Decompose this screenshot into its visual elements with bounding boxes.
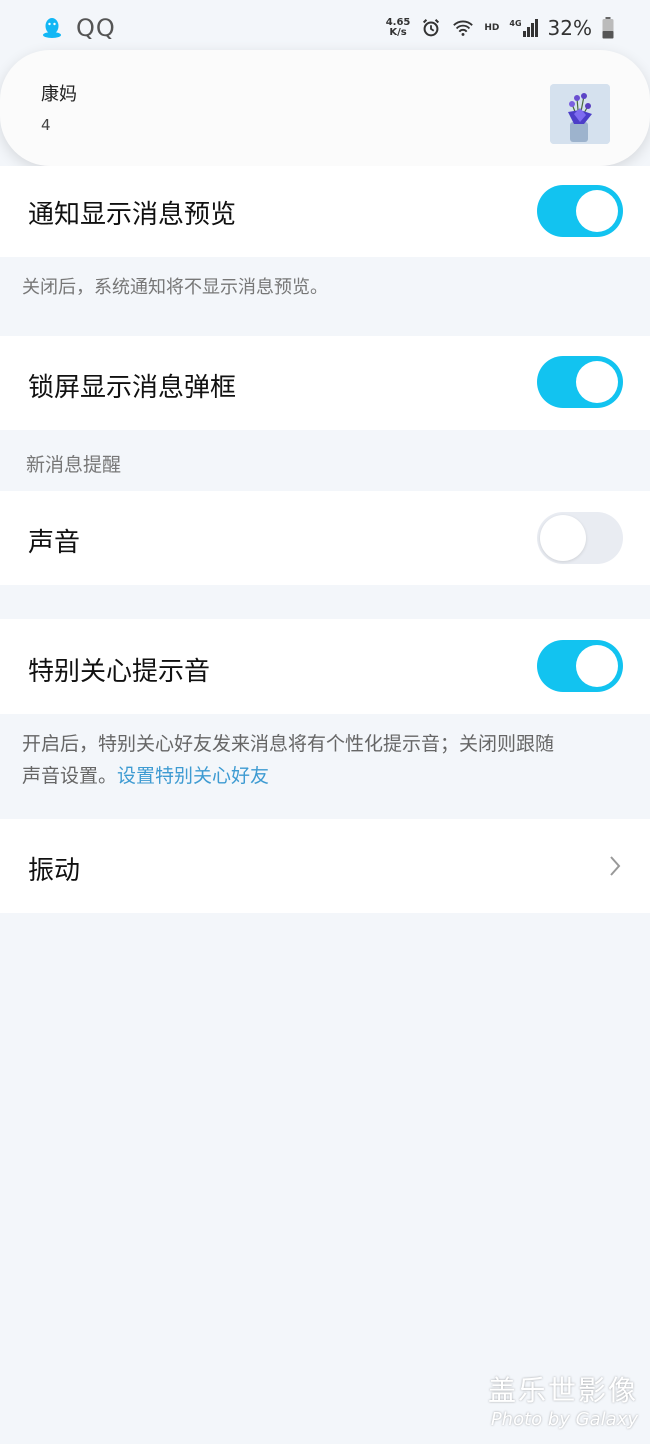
special-care-hint-line1: 开启后，特别关心好友发来消息将有个性化提示音；关闭则跟随 (22, 733, 555, 755)
status-icons: 4.65 K/s HD 4G 32% (386, 14, 614, 42)
alarm-icon (423, 19, 440, 37)
wifi-icon (453, 20, 474, 36)
setting-message-preview: 通知显示消息预览 (0, 166, 650, 257)
setting-vibration[interactable]: 振动 (0, 819, 650, 913)
lockscreen-popup-label: 锁屏显示消息弹框 (28, 373, 237, 403)
setting-lockscreen-popup: 锁屏显示消息弹框 (0, 336, 650, 430)
message-preview-toggle[interactable] (537, 185, 623, 237)
network-type: 4G (509, 19, 522, 28)
set-special-care-friends-link[interactable]: 设置特别关心好友 (117, 765, 269, 787)
setting-sound: 声音 (0, 491, 650, 585)
app-name: QQ (76, 14, 116, 42)
message-preview-hint: 关闭后，系统通知将不显示消息预览。 (22, 277, 328, 298)
vibration-label: 振动 (28, 856, 81, 886)
lockscreen-popup-toggle[interactable] (537, 356, 623, 408)
status-bar: QQ 4.65 K/s HD 4G 32% (0, 0, 650, 56)
special-care-hint-line2: 声音设置。 (22, 765, 118, 787)
hd-label: HD (484, 23, 500, 33)
special-care-hint-line2-wrap: 声音设置。设置特别关心好友 (22, 760, 632, 792)
network-speed: 4.65 K/s (386, 18, 411, 38)
watermark-line2: Photo by Galaxy (490, 1409, 638, 1430)
signal-icon: 4G (509, 19, 538, 37)
toggle-knob (576, 645, 618, 687)
special-care-sound-toggle[interactable] (537, 640, 623, 692)
toggle-knob (540, 515, 586, 561)
qq-penguin-icon (43, 18, 61, 38)
toggle-knob (576, 361, 618, 403)
notification-sender: 康妈 (41, 84, 77, 105)
section-new-message-header: 新消息提醒 (26, 454, 122, 476)
setting-special-care-sound: 特别关心提示音 (0, 619, 650, 714)
watermark-line1: 盖乐世影像 (487, 1374, 638, 1407)
flower-photo-icon (550, 84, 610, 144)
toggle-knob (576, 190, 618, 232)
avatar (550, 84, 610, 144)
net-speed-unit: K/s (389, 27, 407, 38)
chevron-right-icon (610, 856, 621, 876)
special-care-sound-label: 特别关心提示音 (28, 657, 211, 687)
camera-watermark: 盖乐世影像 Photo by Galaxy (488, 1369, 638, 1430)
notification-count: 4 (41, 116, 51, 134)
special-care-hint: 开启后，特别关心好友发来消息将有个性化提示音；关闭则跟随 声音设置。设置特别关心… (22, 728, 632, 792)
sound-label: 声音 (28, 528, 81, 558)
battery-icon (602, 17, 614, 39)
battery-percent: 32% (547, 16, 592, 40)
message-preview-label: 通知显示消息预览 (28, 200, 237, 230)
sound-toggle[interactable] (537, 512, 623, 564)
